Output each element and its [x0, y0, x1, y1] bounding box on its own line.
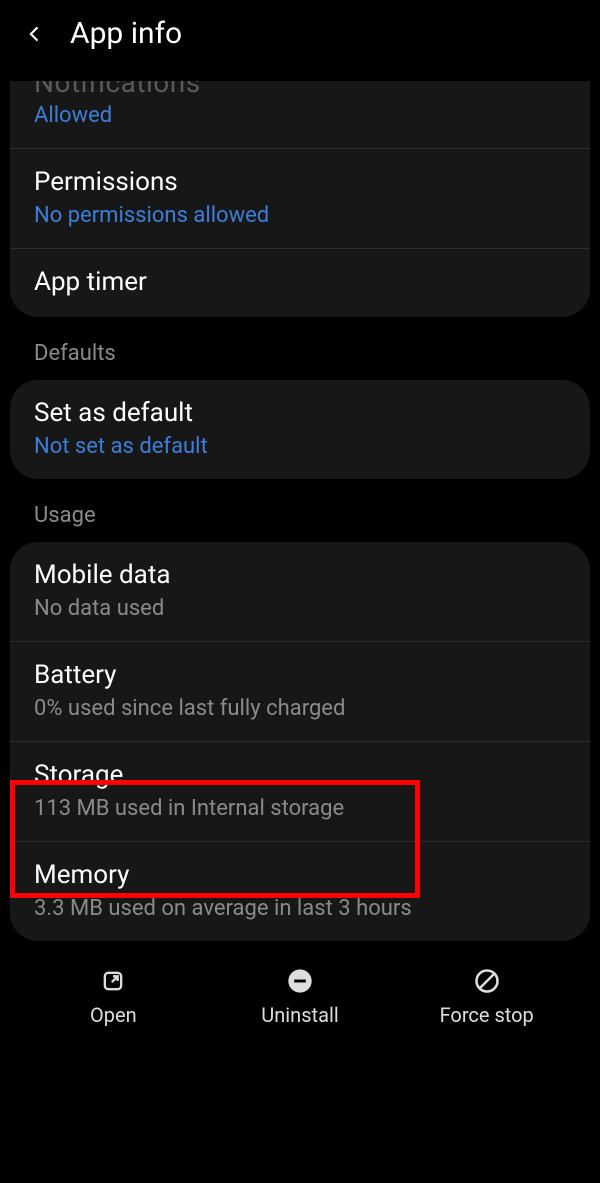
open-icon [99, 967, 127, 995]
forcestop-icon [473, 967, 501, 995]
storage-sub: 113 MB used in Internal storage [34, 796, 566, 821]
row-apptimer[interactable]: App timer [10, 249, 590, 317]
row-permissions[interactable]: Permissions No permissions allowed [10, 149, 590, 249]
mobiledata-sub: No data used [34, 596, 566, 621]
forcestop-label: Force stop [440, 1003, 534, 1027]
panel-defaults: Set as default Not set as default [10, 380, 590, 479]
back-icon[interactable] [20, 19, 50, 49]
apptimer-label: App timer [34, 267, 566, 297]
mobiledata-label: Mobile data [34, 560, 566, 590]
row-storage[interactable]: Storage 113 MB used in Internal storage [10, 742, 590, 842]
uninstall-icon [286, 967, 314, 995]
panel-usage: Mobile data No data used Battery 0% used… [10, 542, 590, 941]
permissions-sub: No permissions allowed [34, 203, 566, 228]
page-title: App info [70, 16, 182, 51]
setdefault-sub: Not set as default [34, 434, 566, 459]
section-defaults: Defaults [0, 317, 600, 380]
bottom-bar: Open Uninstall Force stop [0, 955, 600, 1043]
permissions-label: Permissions [34, 167, 566, 197]
uninstall-label: Uninstall [261, 1003, 338, 1027]
battery-sub: 0% used since last fully charged [34, 696, 566, 721]
panel-privacy: Notifications Allowed Permissions No per… [10, 81, 590, 317]
notifications-label: Notifications [34, 81, 566, 97]
storage-label: Storage [34, 760, 566, 790]
memory-label: Memory [34, 860, 566, 890]
row-memory[interactable]: Memory 3.3 MB used on average in last 3 … [10, 842, 590, 941]
section-usage: Usage [0, 479, 600, 542]
open-button[interactable]: Open [20, 967, 207, 1027]
forcestop-button[interactable]: Force stop [393, 967, 580, 1027]
row-notifications[interactable]: Notifications Allowed [10, 81, 590, 149]
uninstall-button[interactable]: Uninstall [207, 967, 394, 1027]
memory-sub: 3.3 MB used on average in last 3 hours [34, 896, 566, 921]
battery-label: Battery [34, 660, 566, 690]
header: App info [0, 0, 600, 81]
row-setdefault[interactable]: Set as default Not set as default [10, 380, 590, 479]
row-mobiledata[interactable]: Mobile data No data used [10, 542, 590, 642]
row-battery[interactable]: Battery 0% used since last fully charged [10, 642, 590, 742]
open-label: Open [90, 1003, 137, 1027]
notifications-sub: Allowed [34, 103, 566, 128]
setdefault-label: Set as default [34, 398, 566, 428]
